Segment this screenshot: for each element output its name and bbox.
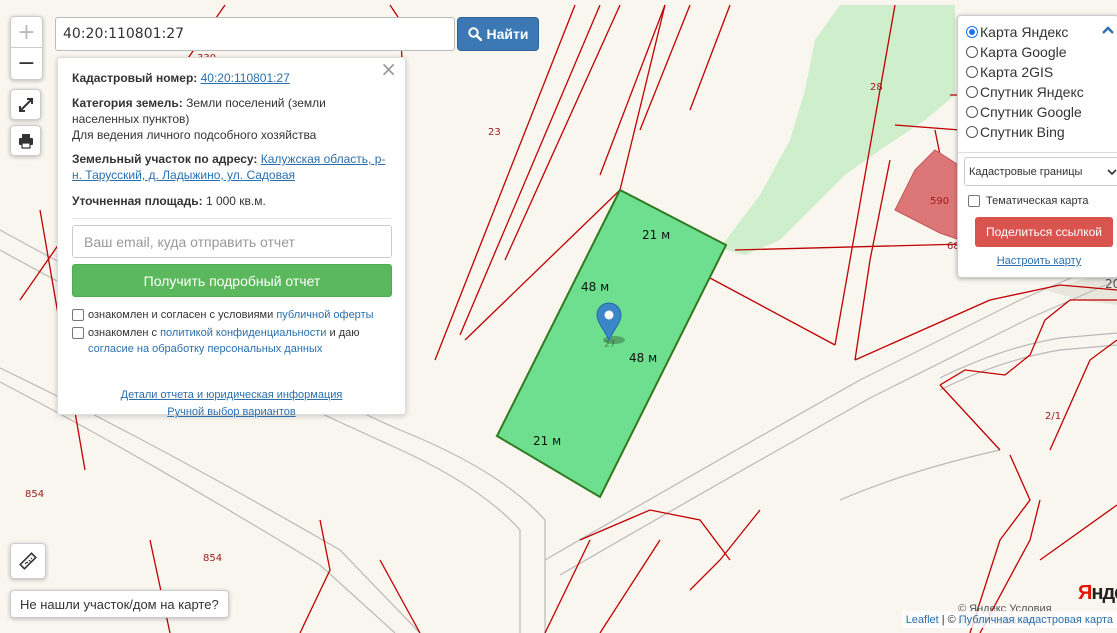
cadastral-number-label: Кадастровый номер:	[72, 71, 198, 85]
basemap-options: Карта Яндекс Карта Google Карта 2GIS Спу…	[966, 22, 1112, 142]
print-button[interactable]	[10, 125, 41, 156]
yandex-logo: Янде	[1078, 582, 1117, 604]
land-category-row: Категория земель: Земли поселений (земли…	[72, 95, 391, 143]
setup-map-link[interactable]: Настроить карту	[997, 255, 1082, 267]
close-icon[interactable]: ×	[380, 59, 397, 79]
thematic-map-label: Тематическая карта	[986, 195, 1089, 207]
parcel-label: 590	[930, 196, 949, 207]
zoom-in-button[interactable]: +	[11, 17, 42, 48]
search-input[interactable]	[55, 17, 455, 51]
basemap-option[interactable]: Спутник Google	[966, 102, 1112, 122]
overlay-select[interactable]: Кадастровые границы	[964, 157, 1117, 186]
manual-selection-link[interactable]: Ручной выбор вариантов	[167, 406, 295, 418]
print-icon	[18, 133, 33, 149]
land-category-label: Категория земель:	[72, 96, 183, 110]
not-found-button[interactable]: Не нашли участок/дом на карте?	[10, 590, 229, 618]
info-links: Детали отчета и юридическая информация Р…	[72, 387, 391, 421]
measure-button[interactable]	[10, 543, 46, 579]
chevron-up-icon[interactable]	[1102, 22, 1114, 38]
offer-consent-text: ознакомлен и согласен с условиями публич…	[88, 309, 374, 321]
privacy-consent-text: ознакомлен с политикой конфиденциальност…	[88, 327, 360, 355]
share-link-button[interactable]: Поделиться ссылкой	[975, 217, 1113, 247]
privacy-policy-link[interactable]: политикой конфиденциальности	[160, 327, 326, 339]
privacy-consent-checkbox[interactable]	[72, 327, 84, 339]
offer-consent-checkbox[interactable]	[72, 309, 84, 321]
area-label: Уточненная площадь:	[72, 194, 203, 208]
personal-data-consent-link[interactable]: согласие на обработку персональных данны…	[88, 343, 322, 355]
search-icon	[467, 27, 482, 41]
radio-button[interactable]	[966, 106, 978, 118]
thematic-map-checkbox[interactable]	[968, 195, 980, 207]
area-row: Уточненная площадь: 1 000 кв.м.	[72, 193, 391, 209]
basemap-option[interactable]: Спутник Яндекс	[966, 82, 1112, 102]
area-value: 1 000 кв.м.	[205, 194, 266, 208]
dimension-label: 21 м	[533, 434, 561, 448]
cadastral-number-link[interactable]: 40:20:110801:27	[201, 71, 290, 85]
radio-button[interactable]	[966, 66, 978, 78]
radio-button[interactable]	[966, 26, 978, 38]
basemap-option[interactable]: Карта Яндекс	[966, 22, 1112, 42]
thematic-map-row: Тематическая карта	[968, 195, 1112, 207]
ruler-icon	[19, 552, 37, 570]
privacy-consent-checkbox-row: ознакомлен с политикой конфиденциальност…	[72, 325, 391, 357]
land-usage-value: Для ведения личного подсобного хозяйства	[72, 128, 317, 142]
expand-icon	[18, 97, 33, 112]
parcel-label: 20	[1105, 277, 1117, 291]
offer-consent-checkbox-row: ознакомлен и согласен с условиями публич…	[72, 307, 391, 323]
address-label: Земельный участок по адресу:	[72, 152, 258, 166]
parcel-label: 854	[25, 489, 44, 500]
search-button-label: Найти	[486, 26, 529, 42]
report-details-link[interactable]: Детали отчета и юридическая информация	[121, 389, 343, 401]
cadastral-number-row: Кадастровый номер: 40:20:110801:27	[72, 70, 391, 86]
parcel-label: 28	[870, 82, 883, 93]
fullscreen-button[interactable]	[10, 89, 41, 120]
map-attribution: Leaflet | © Публичная кадастровая карта	[901, 611, 1117, 628]
attribution-separator: | ©	[941, 613, 956, 626]
basemap-option[interactable]: Карта 2GIS	[966, 62, 1112, 82]
basemap-option[interactable]: Спутник Bing	[966, 122, 1112, 142]
radio-button[interactable]	[966, 86, 978, 98]
divider	[72, 218, 391, 219]
leaflet-link[interactable]: Leaflet	[906, 614, 939, 626]
basemap-option[interactable]: Карта Google	[966, 42, 1112, 62]
map-layers-panel: Карта Яндекс Карта Google Карта 2GIS Спу…	[957, 15, 1117, 278]
zoom-out-button[interactable]: −	[11, 48, 42, 79]
parcel-info-panel: × Кадастровый номер: 40:20:110801:27 Кат…	[57, 57, 406, 418]
divider	[958, 152, 1117, 153]
dimension-label: 48 м	[629, 351, 657, 365]
parcel-label: 23	[488, 127, 501, 138]
zoom-control: + −	[10, 16, 43, 80]
source-link[interactable]: Публичная кадастровая карта	[959, 614, 1113, 626]
search-button[interactable]: Найти	[457, 17, 539, 51]
dimension-label: 48 м	[581, 280, 609, 294]
chevron-down-icon	[1107, 168, 1117, 175]
dimension-label: 21 м	[642, 228, 670, 242]
parcel-label: 2/1	[1045, 411, 1061, 422]
email-field[interactable]: Ваш email, куда отправить отчет	[72, 225, 392, 258]
public-offer-link[interactable]: публичной оферты	[276, 309, 373, 321]
radio-button[interactable]	[966, 126, 978, 138]
parcel-label: 854	[203, 553, 222, 564]
address-row: Земельный участок по адресу: Калужская о…	[72, 151, 391, 183]
radio-button[interactable]	[966, 46, 978, 58]
get-report-button[interactable]: Получить подробный отчет	[72, 264, 392, 297]
